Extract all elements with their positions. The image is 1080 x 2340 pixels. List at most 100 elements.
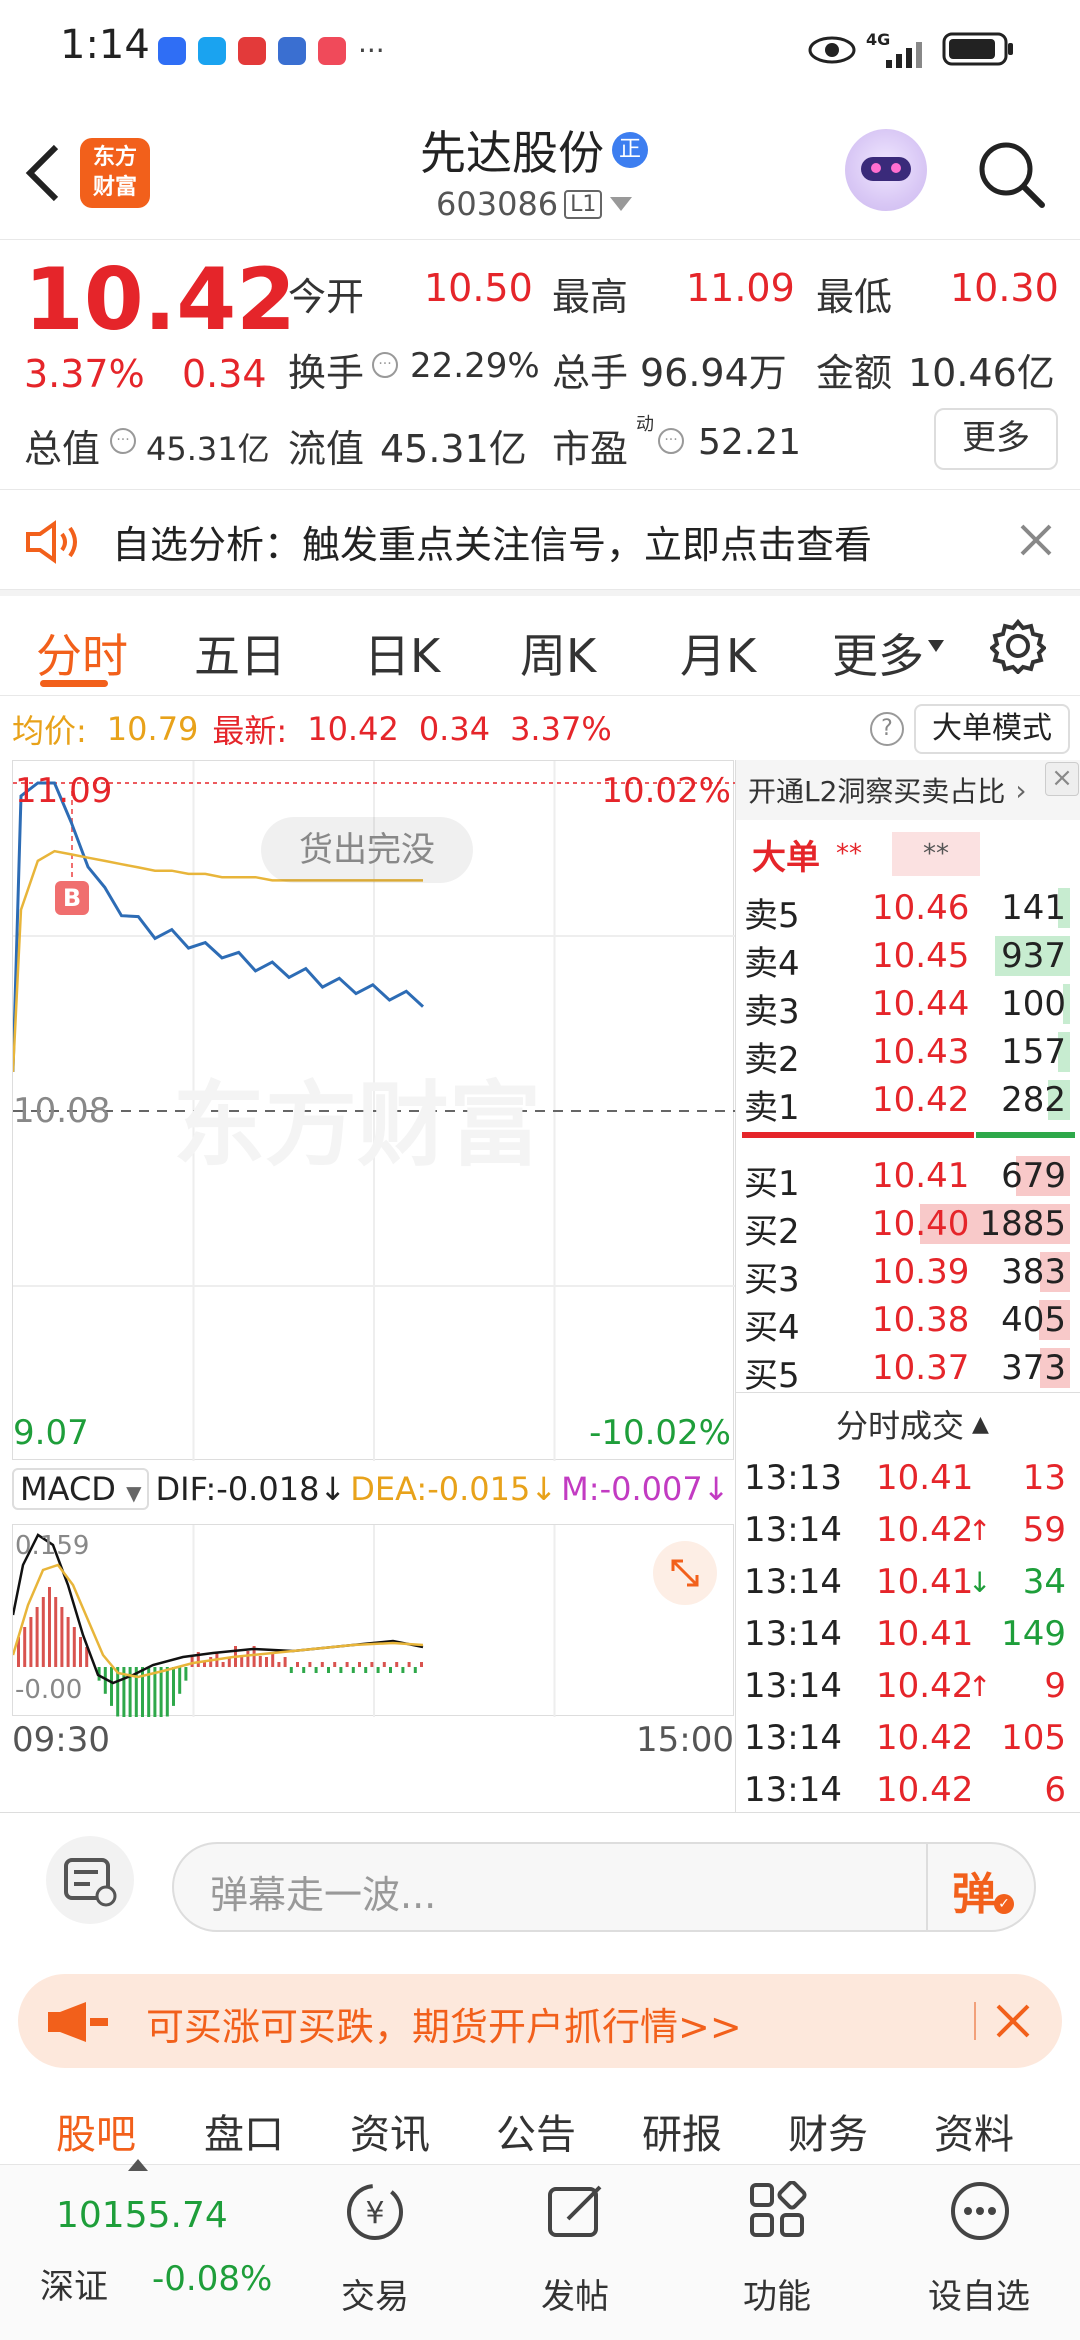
macd-bar — [333, 1662, 337, 1667]
shop-notification-icon — [238, 36, 266, 65]
tick-volume: 13 — [1022, 1458, 1066, 1498]
change-amount: 0.34 — [182, 352, 267, 396]
orderbook-label: 买2 — [744, 1212, 800, 1252]
settings-gear-icon[interactable] — [990, 618, 1046, 674]
pe-value: 52.21 — [698, 422, 802, 463]
tab-profile[interactable]: 资料 — [934, 2102, 1014, 2160]
futures-ad-banner[interactable]: 可买涨可买跌，期货开户抓行情>> — [18, 1974, 1062, 2068]
big-order-mode-button[interactable]: 大单模式 — [914, 704, 1070, 754]
orderbook-price: 10.45 — [872, 936, 970, 976]
ticks-header[interactable]: 分时成交 ▲ — [836, 1396, 989, 1452]
tick-row: 13:14 10.42 6 — [736, 1764, 1076, 1816]
orderbook-price: 10.39 — [872, 1252, 970, 1292]
ask-bid-ratio-green — [976, 1132, 1075, 1138]
tick-row: 13:14 10.41 ↓ 34 — [736, 1556, 1076, 1608]
index-value[interactable]: 10155.74 — [56, 2195, 228, 2236]
stock-header: 东方 财富 先达股份 正 603086 L1 — [0, 105, 1080, 240]
tab-monthly-k[interactable]: 月K — [680, 620, 756, 686]
time-end: 15:00 — [636, 1720, 734, 1760]
float-cap-label: 流值 — [288, 427, 365, 471]
tab-finance[interactable]: 财务 — [788, 2102, 868, 2160]
expand-icon[interactable] — [653, 1541, 717, 1605]
chart-bottom-percent: -10.02% — [589, 1413, 731, 1453]
big-order-label: 大单 — [752, 837, 820, 878]
tick-time: 13:13 — [744, 1458, 842, 1498]
tick-time: 13:14 — [744, 1770, 842, 1810]
macd-bar — [258, 1656, 262, 1667]
orderbook-label: 买1 — [744, 1164, 800, 1204]
tick-price: 10.42 — [876, 1666, 974, 1706]
close-icon[interactable] — [1018, 522, 1054, 558]
nav-trade[interactable]: ¥ 交易 — [300, 2165, 450, 2340]
back-icon[interactable] — [22, 143, 62, 203]
orderbook-vol: 937 — [1001, 936, 1066, 976]
search-icon[interactable] — [976, 139, 1046, 209]
level-badge: L1 — [564, 189, 603, 219]
tick-volume: 105 — [1001, 1718, 1066, 1758]
turnover-info-icon[interactable]: ··· — [372, 352, 398, 378]
orderbook-vol: 679 — [1001, 1156, 1066, 1196]
tab-pankou[interactable]: 盘口 — [204, 2102, 284, 2160]
tab-daily-k[interactable]: 日K — [364, 620, 440, 686]
danmu-send-label: 弹 — [952, 1869, 996, 1920]
market-cap-info-icon[interactable]: ··· — [110, 428, 136, 454]
nav-post[interactable]: 发帖 — [500, 2165, 650, 2340]
intraday-chart[interactable]: 东方财富 11.09 10.02% 10.08 9.07 -10.02% 货出完… — [12, 760, 735, 1461]
robot-assistant-icon[interactable] — [845, 129, 927, 211]
tab-more[interactable]: 更多 — [832, 620, 924, 686]
danmu-send-button[interactable]: 弹 ✓ — [926, 1842, 1036, 1932]
tick-direction-icon: ↓ — [968, 1566, 992, 1599]
tab-research[interactable]: 研报 — [642, 2102, 722, 2160]
ad-close-icon[interactable] — [994, 2002, 1032, 2040]
index-name: 深证 — [40, 2267, 108, 2307]
macd-selector[interactable]: MACD ▼ — [12, 1468, 150, 1510]
nav-function-label: 功能 — [743, 2277, 811, 2317]
tick-price: 10.42 — [876, 1770, 974, 1810]
chart-tabs: 分时 五日 日K 周K 月K 更多 — [0, 596, 1080, 696]
tab-intraday[interactable]: 分时 — [36, 620, 128, 686]
tab-five-day[interactable]: 五日 — [194, 620, 286, 686]
macd-chart[interactable]: 0.159 -0.00 — [11, 1524, 734, 1737]
macd-bar — [35, 1607, 39, 1667]
macd-bar — [420, 1662, 423, 1667]
big-order-row: 大单 ** ** — [736, 826, 980, 882]
tab-weekly-k[interactable]: 周K — [520, 620, 596, 686]
orderbook-row: 卖5 10.46 141 — [736, 884, 1076, 936]
tab-guba[interactable]: 股吧 — [56, 2102, 136, 2160]
macd-bar — [283, 1657, 287, 1667]
tick-row: 13:13 10.41 13 — [736, 1452, 1076, 1504]
stock-title[interactable]: 先达股份 正 — [420, 117, 648, 183]
eastmoney-logo[interactable]: 东方 财富 — [80, 138, 150, 208]
orderbook-price: 10.40 — [872, 1204, 970, 1244]
tab-announcements[interactable]: 公告 — [496, 2102, 576, 2160]
macd-bar — [203, 1662, 206, 1667]
analysis-banner[interactable]: 自选分析：触发重点关注信号，立即点击查看 — [0, 490, 1080, 590]
tab-news[interactable]: 资讯 — [350, 2102, 430, 2160]
eye-icon — [808, 36, 856, 64]
danmu-settings-button[interactable] — [46, 1836, 134, 1924]
more-button[interactable]: 更多 — [934, 408, 1058, 470]
turnover-value: 22.29% — [410, 346, 540, 386]
orderbook-label: 卖2 — [744, 1040, 800, 1080]
nav-function[interactable]: 功能 — [702, 2165, 852, 2340]
macd-bar — [172, 1667, 175, 1706]
macd-bar — [314, 1667, 318, 1673]
macd-bar — [296, 1662, 299, 1667]
pe-info-icon[interactable]: ··· — [658, 428, 684, 454]
avg-price-label: 均价: — [12, 712, 87, 750]
macd-bar — [382, 1662, 386, 1667]
buy-marker-icon[interactable]: B — [55, 881, 89, 915]
macd-bar — [79, 1637, 82, 1667]
l2-promo[interactable]: 开通L2洞察买卖占比 › × — [736, 760, 1080, 820]
orderbook-row: 买2 10.40 1885 — [736, 1200, 1076, 1252]
promo-close-icon[interactable]: × — [1045, 762, 1079, 796]
time-start: 09:30 — [12, 1720, 110, 1760]
stock-code-row[interactable]: 603086 L1 — [436, 185, 633, 223]
market-cap-value: 45.31亿 — [146, 430, 270, 468]
orderbook-vol: 373 — [1001, 1348, 1066, 1388]
current-price: 10.42 — [24, 250, 297, 350]
help-icon[interactable]: ? — [870, 712, 904, 746]
danmu-input[interactable]: 弹幕走一波... 弹 ✓ — [172, 1842, 1036, 1932]
red-app-notification-icon — [318, 36, 346, 65]
nav-add-watchlist[interactable]: 设自选 — [904, 2165, 1054, 2340]
